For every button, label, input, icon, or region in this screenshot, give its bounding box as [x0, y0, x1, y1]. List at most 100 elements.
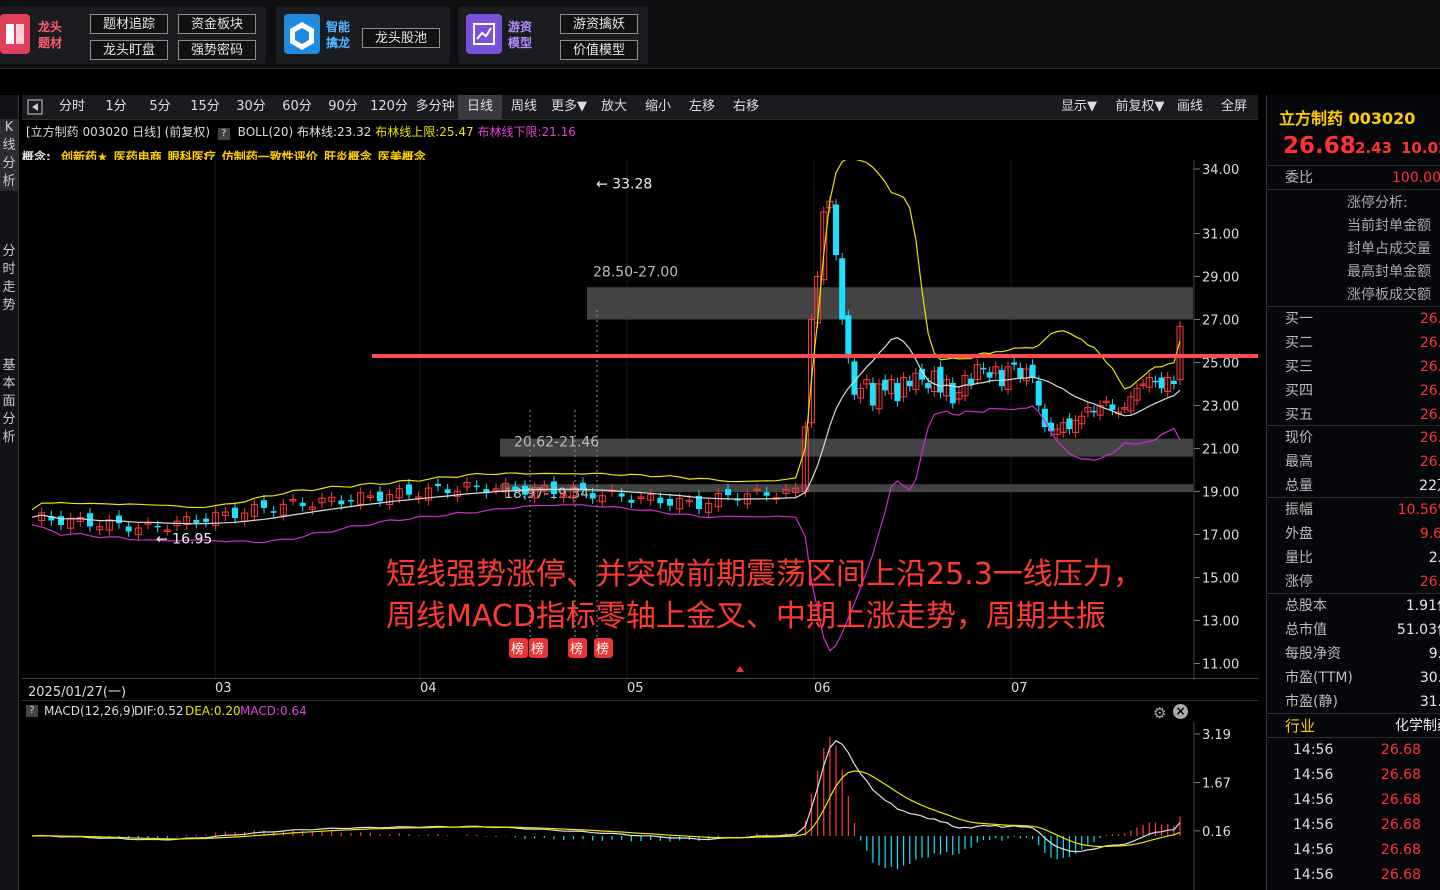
period-button[interactable]: 分时: [50, 95, 94, 119]
tick-row: 14:56 26.68: [1285, 763, 1440, 787]
hot-money-group: 游资 模型 游资擒妖 价值模型: [458, 6, 648, 64]
period-button[interactable]: 多分钟: [412, 95, 458, 119]
period-button[interactable]: 右移: [724, 95, 768, 119]
quote-value: 26.6: [1419, 359, 1440, 375]
quote-row: 总股本 1.91亿: [1285, 594, 1440, 618]
hot-money-demon-button[interactable]: 游资擒妖: [560, 14, 638, 34]
tab-fundamental[interactable]: 基本面分析: [0, 357, 18, 447]
quote-value: 30.2: [1419, 670, 1440, 686]
book-icon[interactable]: [0, 14, 30, 54]
month-label: 03: [215, 681, 232, 696]
quote-label: 市盈(静): [1285, 694, 1338, 710]
macd-axis-label: 0.16: [1202, 825, 1231, 840]
tab-intraday[interactable]: 分时走势: [0, 243, 18, 315]
candle-body: [116, 515, 122, 524]
period-button[interactable]: 90分: [320, 95, 366, 119]
candle-body: [232, 507, 238, 519]
macd-chart[interactable]: 3.19 1.67 0.16: [22, 722, 1258, 890]
quote-value: 26.6: [1419, 407, 1440, 423]
macd-value: MACD:0.64: [240, 704, 307, 718]
chart-icon[interactable]: [466, 14, 502, 54]
period-button[interactable]: 120分: [366, 95, 412, 119]
tick-row: 14:56 26.68: [1285, 838, 1440, 862]
period-button[interactable]: 左移: [680, 95, 724, 119]
value-model-button[interactable]: 价值模型: [560, 40, 638, 60]
period-toolbar: 分时 1分 5分 15分 30分 60分 90分 120分 多分钟 日线 周线 更多▼ 放大 缩小 左移 右移…: [22, 95, 1258, 120]
group-title-line2: 模型: [508, 36, 533, 50]
candle-body: [1170, 380, 1177, 384]
candle-body: [980, 367, 987, 370]
help-icon[interactable]: ?: [217, 128, 230, 140]
tab-kline-analysis[interactable]: K线分析: [0, 119, 18, 191]
weibi-row: 委比 100.00: [1285, 170, 1440, 186]
limit-analysis: 涨停分析: 当前封单金额 封单占成交量 最高封单金额 涨停板成交额: [1347, 192, 1431, 307]
candle-body: [618, 493, 625, 497]
tick-price: 26.68: [1380, 867, 1421, 883]
month-label: 05: [627, 681, 644, 696]
group-title-line1: 龙头: [38, 20, 63, 34]
period-button[interactable]: 60分: [274, 95, 320, 119]
quote-row: 每股净资 9.2: [1285, 642, 1440, 666]
quote-row: 最高 26.6: [1285, 450, 1440, 474]
candle-body: [998, 370, 1005, 387]
price-axis-label: 34.00: [1202, 163, 1239, 178]
gear-icon[interactable]: ⚙: [1153, 704, 1166, 722]
macd-label[interactable]: MACD(12,26,9): [44, 704, 135, 718]
tick-price: 26.68: [1380, 742, 1421, 758]
candle-body: [894, 382, 901, 402]
period-button[interactable]: 15分: [182, 95, 228, 119]
theme-track-button[interactable]: 题材追踪: [90, 14, 168, 34]
quote-row: 总量 22万: [1285, 474, 1440, 498]
group-title-line2: 题材: [38, 36, 63, 50]
cube-icon[interactable]: [284, 14, 320, 54]
period-button[interactable]: 1分: [94, 95, 138, 119]
period-button[interactable]: 更多▼: [546, 95, 592, 119]
help-icon[interactable]: ?: [26, 705, 38, 717]
candle-body: [839, 258, 846, 320]
capital-sector-button[interactable]: 资金板块: [178, 14, 256, 34]
quote-value: 26.6: [1419, 574, 1440, 590]
quote-value: 10.56%: [1397, 502, 1440, 518]
period-button[interactable]: 日线: [458, 95, 502, 119]
tick-price: 26.68: [1380, 817, 1421, 833]
quote-value: 9.67: [1419, 526, 1440, 542]
quote-row: 现价 26.6: [1285, 426, 1440, 450]
period-button[interactable]: 30分: [228, 95, 274, 119]
candle-body: [845, 315, 852, 359]
indicator-name[interactable]: BOLL(20): [238, 125, 293, 139]
view-option-button[interactable]: 画线: [1170, 95, 1210, 119]
quote-label: 买五: [1285, 407, 1313, 423]
candle-body: [1066, 418, 1073, 430]
candle-body: [512, 486, 519, 491]
chart-title: [立方制药 003020 日线]: [26, 125, 161, 139]
period-button[interactable]: 放大: [592, 95, 636, 119]
view-option-button[interactable]: 前复权▼: [1110, 95, 1170, 119]
candle-body: [338, 500, 345, 505]
boll-mid: 布林线:23.32: [296, 125, 372, 139]
badge-text: 榜: [570, 641, 583, 657]
collapse-icon[interactable]: [26, 95, 44, 119]
industry-row: 行业 化学制药: [1285, 717, 1440, 735]
strong-code-button[interactable]: 强势密码: [178, 40, 256, 60]
tab-label: K线分析: [2, 120, 16, 189]
month-label: 07: [1011, 681, 1028, 696]
quote-label: 外盘: [1285, 526, 1313, 542]
period-button[interactable]: 5分: [138, 95, 182, 119]
candle-body: [906, 380, 913, 387]
limit-item: 封单占成交量: [1347, 241, 1431, 257]
dragon-pool-button[interactable]: 龙头股池: [362, 28, 440, 48]
candle-body: [1152, 380, 1159, 383]
quote-value: 26.6: [1419, 335, 1440, 351]
candle-body: [154, 525, 161, 528]
quote-row: 涨停 26.6: [1285, 570, 1440, 594]
view-option-button[interactable]: 全屏: [1214, 95, 1254, 119]
period-button[interactable]: 周线: [502, 95, 546, 119]
candle-body: [406, 484, 412, 495]
boll-upper: 布林线上限:25.47: [375, 125, 474, 139]
period-button[interactable]: 缩小: [636, 95, 680, 119]
price-axis-label: 29.00: [1202, 271, 1239, 286]
badge-text: 榜: [531, 641, 544, 657]
view-option-button[interactable]: 显示▼: [1048, 95, 1110, 119]
dragon-watch-button[interactable]: 龙头盯盘: [90, 40, 168, 60]
close-icon[interactable]: ×: [1173, 704, 1188, 719]
